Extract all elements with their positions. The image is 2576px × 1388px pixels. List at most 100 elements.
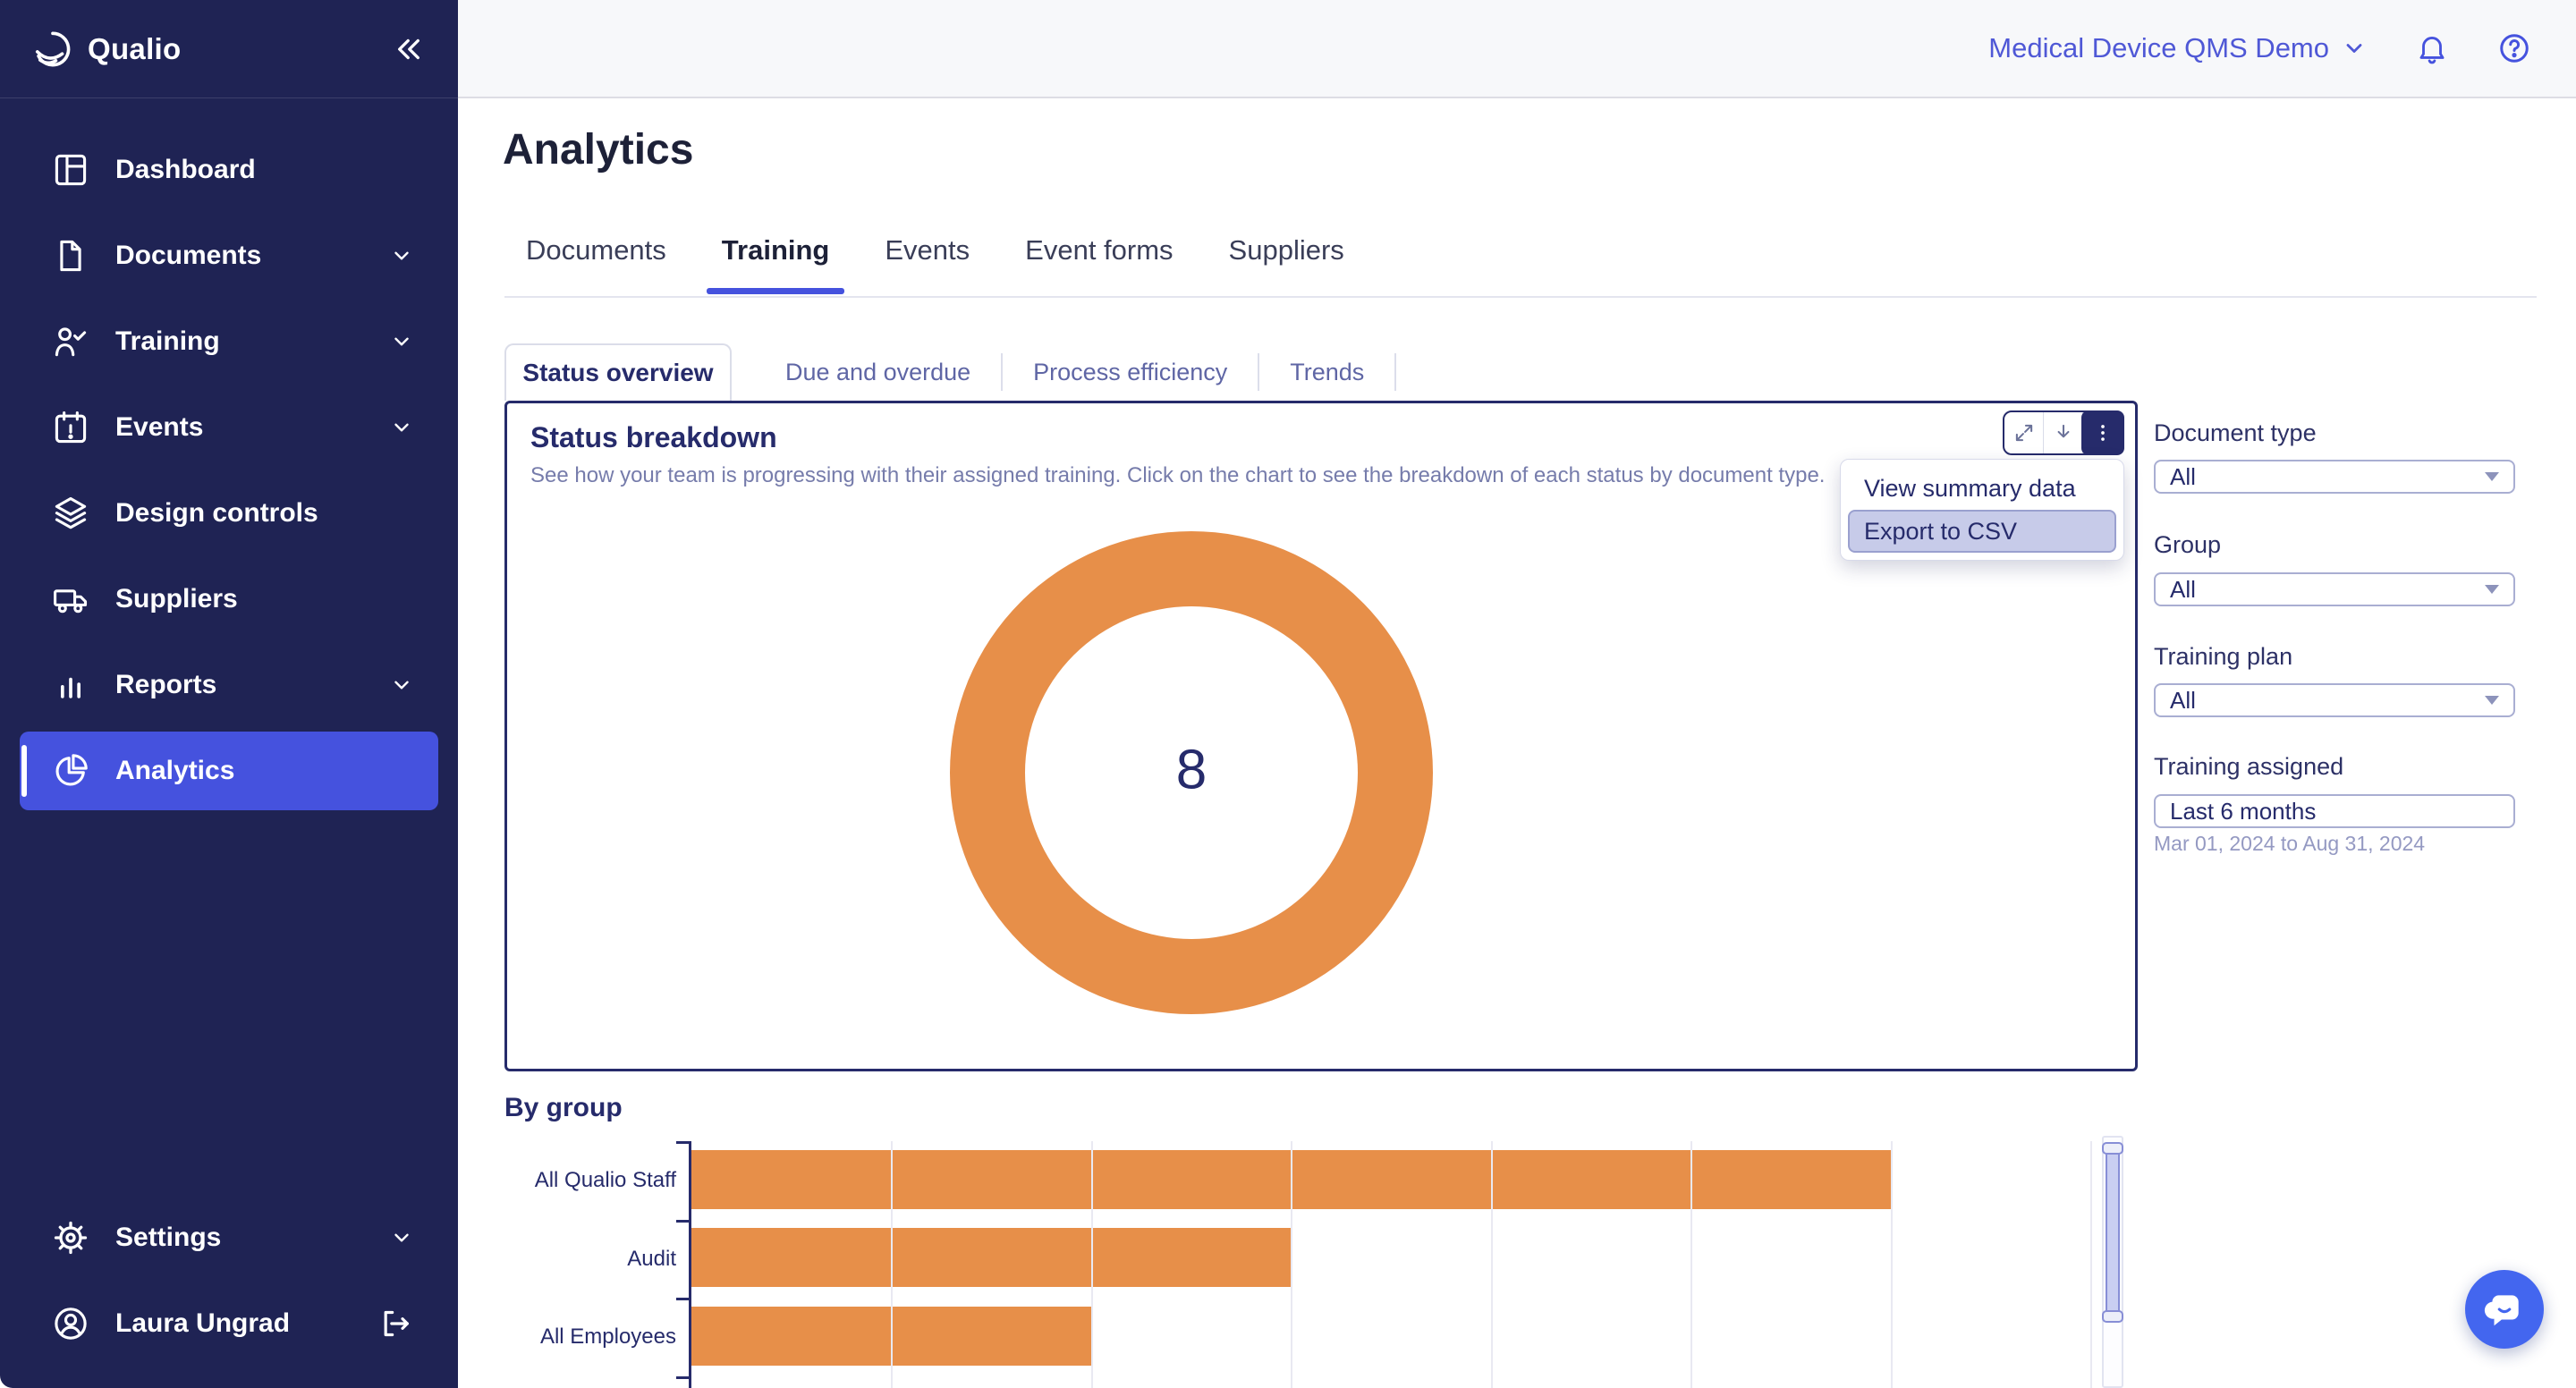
subtab-due-and-overdue[interactable]: Due and overdue bbox=[755, 359, 1001, 386]
chevron-down-icon bbox=[390, 416, 413, 439]
gridline bbox=[1091, 1141, 1093, 1388]
sidebar-item-design-controls[interactable]: Design controls bbox=[20, 474, 438, 553]
sidebar-item-label: Reports bbox=[115, 670, 216, 700]
tab-event-forms[interactable]: Event forms bbox=[1025, 234, 1173, 290]
chevron-down-icon bbox=[390, 673, 413, 697]
select-caret-icon bbox=[2485, 472, 2499, 481]
sidebar-item-documents[interactable]: Documents bbox=[20, 216, 438, 295]
tab-documents[interactable]: Documents bbox=[526, 234, 666, 290]
group-label: Group bbox=[2154, 531, 2221, 559]
sidebar-item-analytics[interactable]: Analytics bbox=[20, 732, 438, 810]
download-chart-button[interactable] bbox=[2044, 412, 2083, 453]
user-circle-icon bbox=[51, 1304, 90, 1343]
subtab-divider bbox=[1394, 353, 1396, 391]
sidebar-item-label: Suppliers bbox=[115, 584, 238, 614]
by-group-bar-chart bbox=[689, 1141, 2102, 1388]
sidebar-header: Qualio bbox=[0, 0, 458, 98]
chat-launcher-button[interactable] bbox=[2465, 1270, 2544, 1349]
sidebar-item-label: Training bbox=[115, 326, 220, 357]
chart-options-menu: View summary data Export to CSV bbox=[1840, 459, 2124, 561]
qualio-logo-icon bbox=[32, 29, 73, 70]
user-name: Laura Ungrad bbox=[115, 1308, 290, 1339]
logout-icon[interactable] bbox=[377, 1306, 413, 1341]
chart-scrollbar[interactable] bbox=[2102, 1136, 2123, 1388]
subtab-process-efficiency[interactable]: Process efficiency bbox=[1003, 359, 1258, 386]
training-plan-select[interactable]: All bbox=[2154, 683, 2515, 717]
status-breakdown-card: Status breakdown See how your team is pr… bbox=[504, 401, 2138, 1071]
bar-category-label: All Qualio Staff bbox=[504, 1168, 676, 1193]
bar-audit[interactable] bbox=[691, 1228, 1291, 1287]
truck-icon bbox=[51, 580, 90, 619]
kebab-menu-icon bbox=[2091, 421, 2114, 444]
bar-category-label: Audit bbox=[504, 1247, 676, 1272]
gridline bbox=[1291, 1141, 1292, 1388]
document-type-select[interactable]: All bbox=[2154, 460, 2515, 494]
group-select[interactable]: All bbox=[2154, 572, 2515, 606]
sidebar-footer: Settings Laura Ungrad bbox=[20, 1198, 438, 1370]
select-caret-icon bbox=[2485, 585, 2499, 594]
sidebar-item-label: Dashboard bbox=[115, 155, 256, 185]
chevron-down-icon bbox=[2342, 36, 2367, 61]
document-type-label: Document type bbox=[2154, 419, 2317, 447]
qualio-logo: Qualio bbox=[32, 29, 181, 70]
sidebar-item-label: Events bbox=[115, 412, 203, 443]
sidebar-item-events[interactable]: Events bbox=[20, 388, 438, 467]
menu-item-view-summary-data[interactable]: View summary data bbox=[1848, 467, 2116, 510]
main-tabs: Documents Training Events Event forms Su… bbox=[526, 234, 1344, 290]
select-caret-icon bbox=[2485, 696, 2499, 705]
sidebar-item-training[interactable]: Training bbox=[20, 302, 438, 381]
subtab-trends[interactable]: Trends bbox=[1259, 359, 1394, 386]
training-assigned-input[interactable]: Last 6 months bbox=[2154, 794, 2515, 828]
sidebar-item-label: Settings bbox=[115, 1223, 221, 1253]
subtabs: Due and overdue Process efficiency Trend… bbox=[755, 343, 1396, 401]
chevron-down-icon bbox=[390, 244, 413, 267]
group-value: All bbox=[2170, 576, 2196, 604]
sidebar-item-suppliers[interactable]: Suppliers bbox=[20, 560, 438, 639]
download-icon bbox=[2052, 421, 2075, 444]
org-name: Medical Device QMS Demo bbox=[1988, 32, 2329, 64]
org-switcher[interactable]: Medical Device QMS Demo bbox=[1988, 32, 2367, 64]
chevron-down-icon bbox=[390, 1226, 413, 1249]
tab-events[interactable]: Events bbox=[885, 234, 970, 290]
gear-icon bbox=[51, 1218, 90, 1257]
sidebar-item-settings[interactable]: Settings bbox=[20, 1198, 438, 1277]
page-title: Analytics bbox=[503, 125, 693, 174]
sidebar-item-label: Analytics bbox=[115, 756, 234, 786]
expand-chart-button[interactable] bbox=[2004, 412, 2044, 453]
brand-name: Qualio bbox=[88, 32, 181, 66]
pie-chart-icon bbox=[51, 751, 90, 791]
card-title: Status breakdown bbox=[530, 421, 2112, 454]
sidebar-item-label: Design controls bbox=[115, 498, 318, 529]
donut-center-value: 8 bbox=[950, 739, 1433, 802]
sidebar-nav: Dashboard Documents bbox=[0, 98, 458, 817]
tab-training[interactable]: Training bbox=[722, 234, 830, 290]
sidebar-item-dashboard[interactable]: Dashboard bbox=[20, 131, 438, 209]
tabs-divider bbox=[504, 296, 2537, 298]
status-donut-chart[interactable]: 8 bbox=[950, 531, 1433, 1014]
training-assigned-range: Mar 01, 2024 to Aug 31, 2024 bbox=[2154, 832, 2425, 856]
chart-scrollbar-thumb[interactable] bbox=[2106, 1145, 2120, 1320]
help-icon[interactable] bbox=[2497, 31, 2531, 65]
axis-tick bbox=[676, 1141, 689, 1144]
sidebar: Qualio Dashboard bbox=[0, 0, 458, 1388]
sidebar-item-reports[interactable]: Reports bbox=[20, 646, 438, 724]
axis-tick bbox=[676, 1220, 689, 1223]
collapse-sidebar-icon[interactable] bbox=[392, 32, 426, 66]
document-type-value: All bbox=[2170, 463, 2196, 491]
gridline bbox=[1891, 1141, 1893, 1388]
gridline bbox=[1491, 1141, 1493, 1388]
tab-suppliers[interactable]: Suppliers bbox=[1229, 234, 1344, 290]
subtab-status-overview[interactable]: Status overview bbox=[504, 343, 732, 401]
sidebar-item-label: Documents bbox=[115, 241, 261, 271]
axis-tick bbox=[676, 1376, 689, 1379]
bar-category-label: All Employees bbox=[504, 1325, 676, 1350]
chart-more-options-button[interactable] bbox=[2081, 410, 2124, 455]
notifications-bell-icon[interactable] bbox=[2415, 31, 2449, 65]
document-icon bbox=[51, 236, 90, 275]
by-group-title: By group bbox=[504, 1093, 623, 1123]
sidebar-item-user[interactable]: Laura Ungrad bbox=[20, 1284, 438, 1363]
gridline bbox=[2090, 1141, 2092, 1388]
dashboard-icon bbox=[51, 150, 90, 190]
menu-item-export-to-csv[interactable]: Export to CSV bbox=[1848, 510, 2116, 553]
chevron-down-icon bbox=[390, 330, 413, 353]
